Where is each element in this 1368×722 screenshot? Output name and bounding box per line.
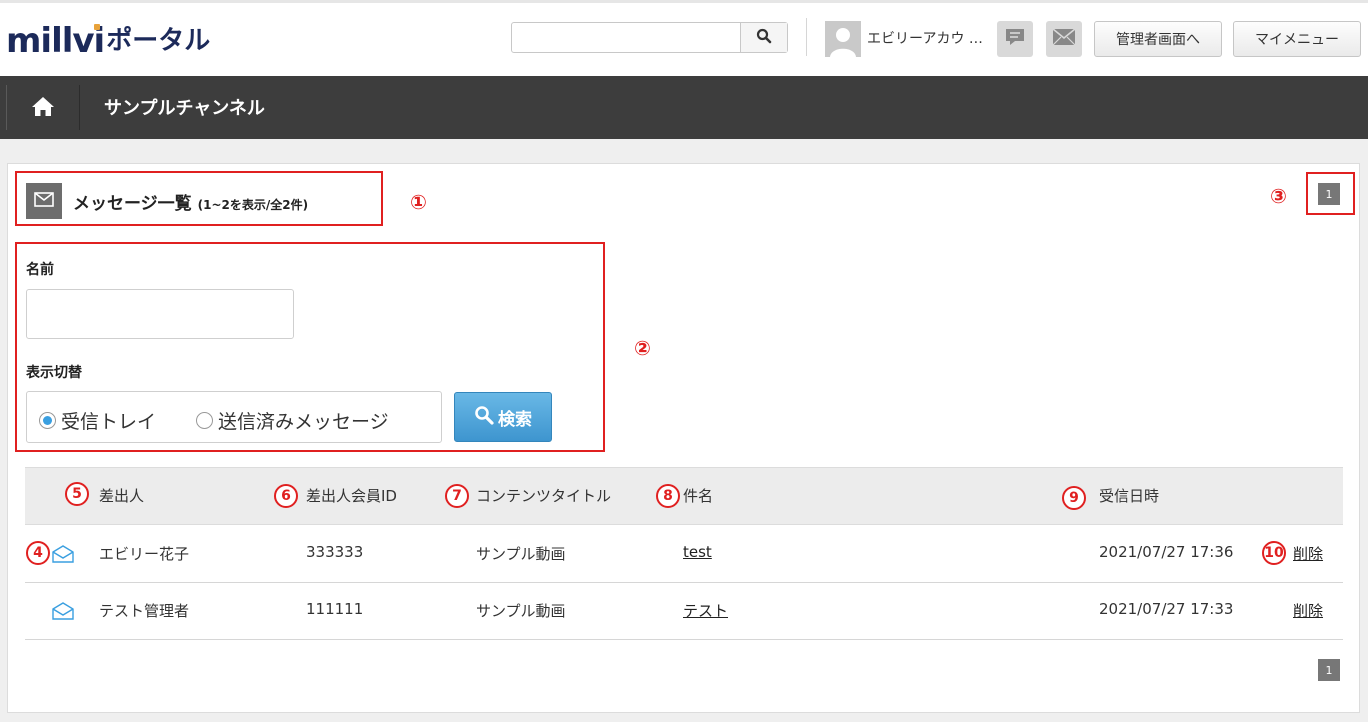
mail-button[interactable] (1046, 21, 1082, 57)
annotation-3: ③ (1270, 184, 1287, 208)
row1-delete-link[interactable]: 削除 (1293, 543, 1323, 564)
annotation-6: 6 (274, 484, 298, 508)
global-search (511, 22, 788, 53)
radio-sent-label: 送信済みメッセージ (218, 411, 389, 433)
radio-inbox[interactable]: 受信トレイ (39, 407, 156, 434)
avatar[interactable] (825, 21, 861, 57)
search-submit-button[interactable]: 検索 (454, 392, 552, 442)
admin-button[interactable]: 管理者画面へ (1094, 21, 1222, 57)
callout-box-3 (1306, 172, 1355, 215)
col-sender[interactable]: 差出人 (99, 485, 144, 506)
row-divider (25, 639, 1343, 640)
col-sender-id[interactable]: 差出人会員ID (306, 485, 397, 506)
row1-sender: エビリー花子 (99, 545, 190, 563)
home-icon (31, 95, 55, 121)
callout-box-1 (15, 171, 383, 226)
annotation-4: 4 (26, 541, 50, 565)
row2-delete-link[interactable]: 削除 (1293, 600, 1323, 621)
radio-inbox-dot (39, 412, 56, 429)
mail-icon (1052, 28, 1076, 50)
search-icon (474, 405, 494, 430)
comment-button[interactable] (997, 21, 1033, 57)
message-envelope-icon (52, 545, 74, 563)
annotation-8: 8 (656, 484, 680, 508)
header-divider (806, 18, 807, 56)
global-search-button[interactable] (740, 23, 787, 52)
radio-sent[interactable]: 送信済みメッセージ (196, 407, 389, 434)
logo[interactable]: millvi ポータル (6, 21, 210, 61)
name-label: 名前 (26, 262, 54, 278)
mymenu-button[interactable]: マイメニュー (1233, 21, 1361, 57)
annotation-1: ① (410, 190, 427, 214)
display-toggle-label: 表示切替 (26, 365, 82, 381)
annotation-9: 9 (1062, 486, 1086, 510)
logo-sub: ポータル (106, 26, 211, 56)
row1-content-title: サンプル動画 (476, 545, 566, 563)
name-input[interactable] (26, 289, 294, 339)
logo-main: millvi (6, 21, 105, 61)
row2-subject-link[interactable]: テスト (683, 600, 728, 621)
message-envelope-icon (52, 602, 74, 620)
global-search-input[interactable] (512, 23, 740, 52)
radio-sent-dot (196, 412, 213, 429)
row2-sender-id: 111111 (306, 600, 364, 618)
radio-inbox-label: 受信トレイ (61, 411, 157, 433)
row1-subject-link[interactable]: test (683, 543, 712, 561)
channel-navbar: サンプルチャンネル (0, 76, 1368, 139)
display-toggle-group: 受信トレイ 送信済みメッセージ (26, 391, 442, 443)
username[interactable]: エビリーアカウ … (867, 28, 983, 48)
row2-content-title: サンプル動画 (476, 602, 566, 620)
row-divider (25, 582, 1343, 583)
search-icon (756, 28, 772, 48)
pager-page-bottom[interactable]: 1 (1318, 659, 1340, 681)
home-button[interactable] (6, 85, 80, 130)
annotation-10: 10 (1262, 541, 1286, 565)
channel-title[interactable]: サンプルチャンネル (104, 94, 265, 120)
row1-sender-id: 333333 (306, 543, 364, 561)
annotation-5: 5 (65, 482, 89, 506)
col-content-title[interactable]: コンテンツタイトル (476, 485, 611, 506)
col-subject[interactable]: 件名 (683, 485, 713, 506)
annotation-7: 7 (445, 484, 469, 508)
search-submit-label: 検索 (498, 409, 532, 430)
row1-received-at: 2021/07/27 17:36 (1099, 543, 1234, 561)
annotation-2: ② (634, 336, 651, 360)
comment-icon (1004, 27, 1026, 51)
row2-received-at: 2021/07/27 17:33 (1099, 600, 1234, 618)
col-received-at[interactable]: 受信日時 (1099, 485, 1159, 506)
logo-dot (94, 24, 101, 30)
row2-sender: テスト管理者 (99, 602, 190, 620)
